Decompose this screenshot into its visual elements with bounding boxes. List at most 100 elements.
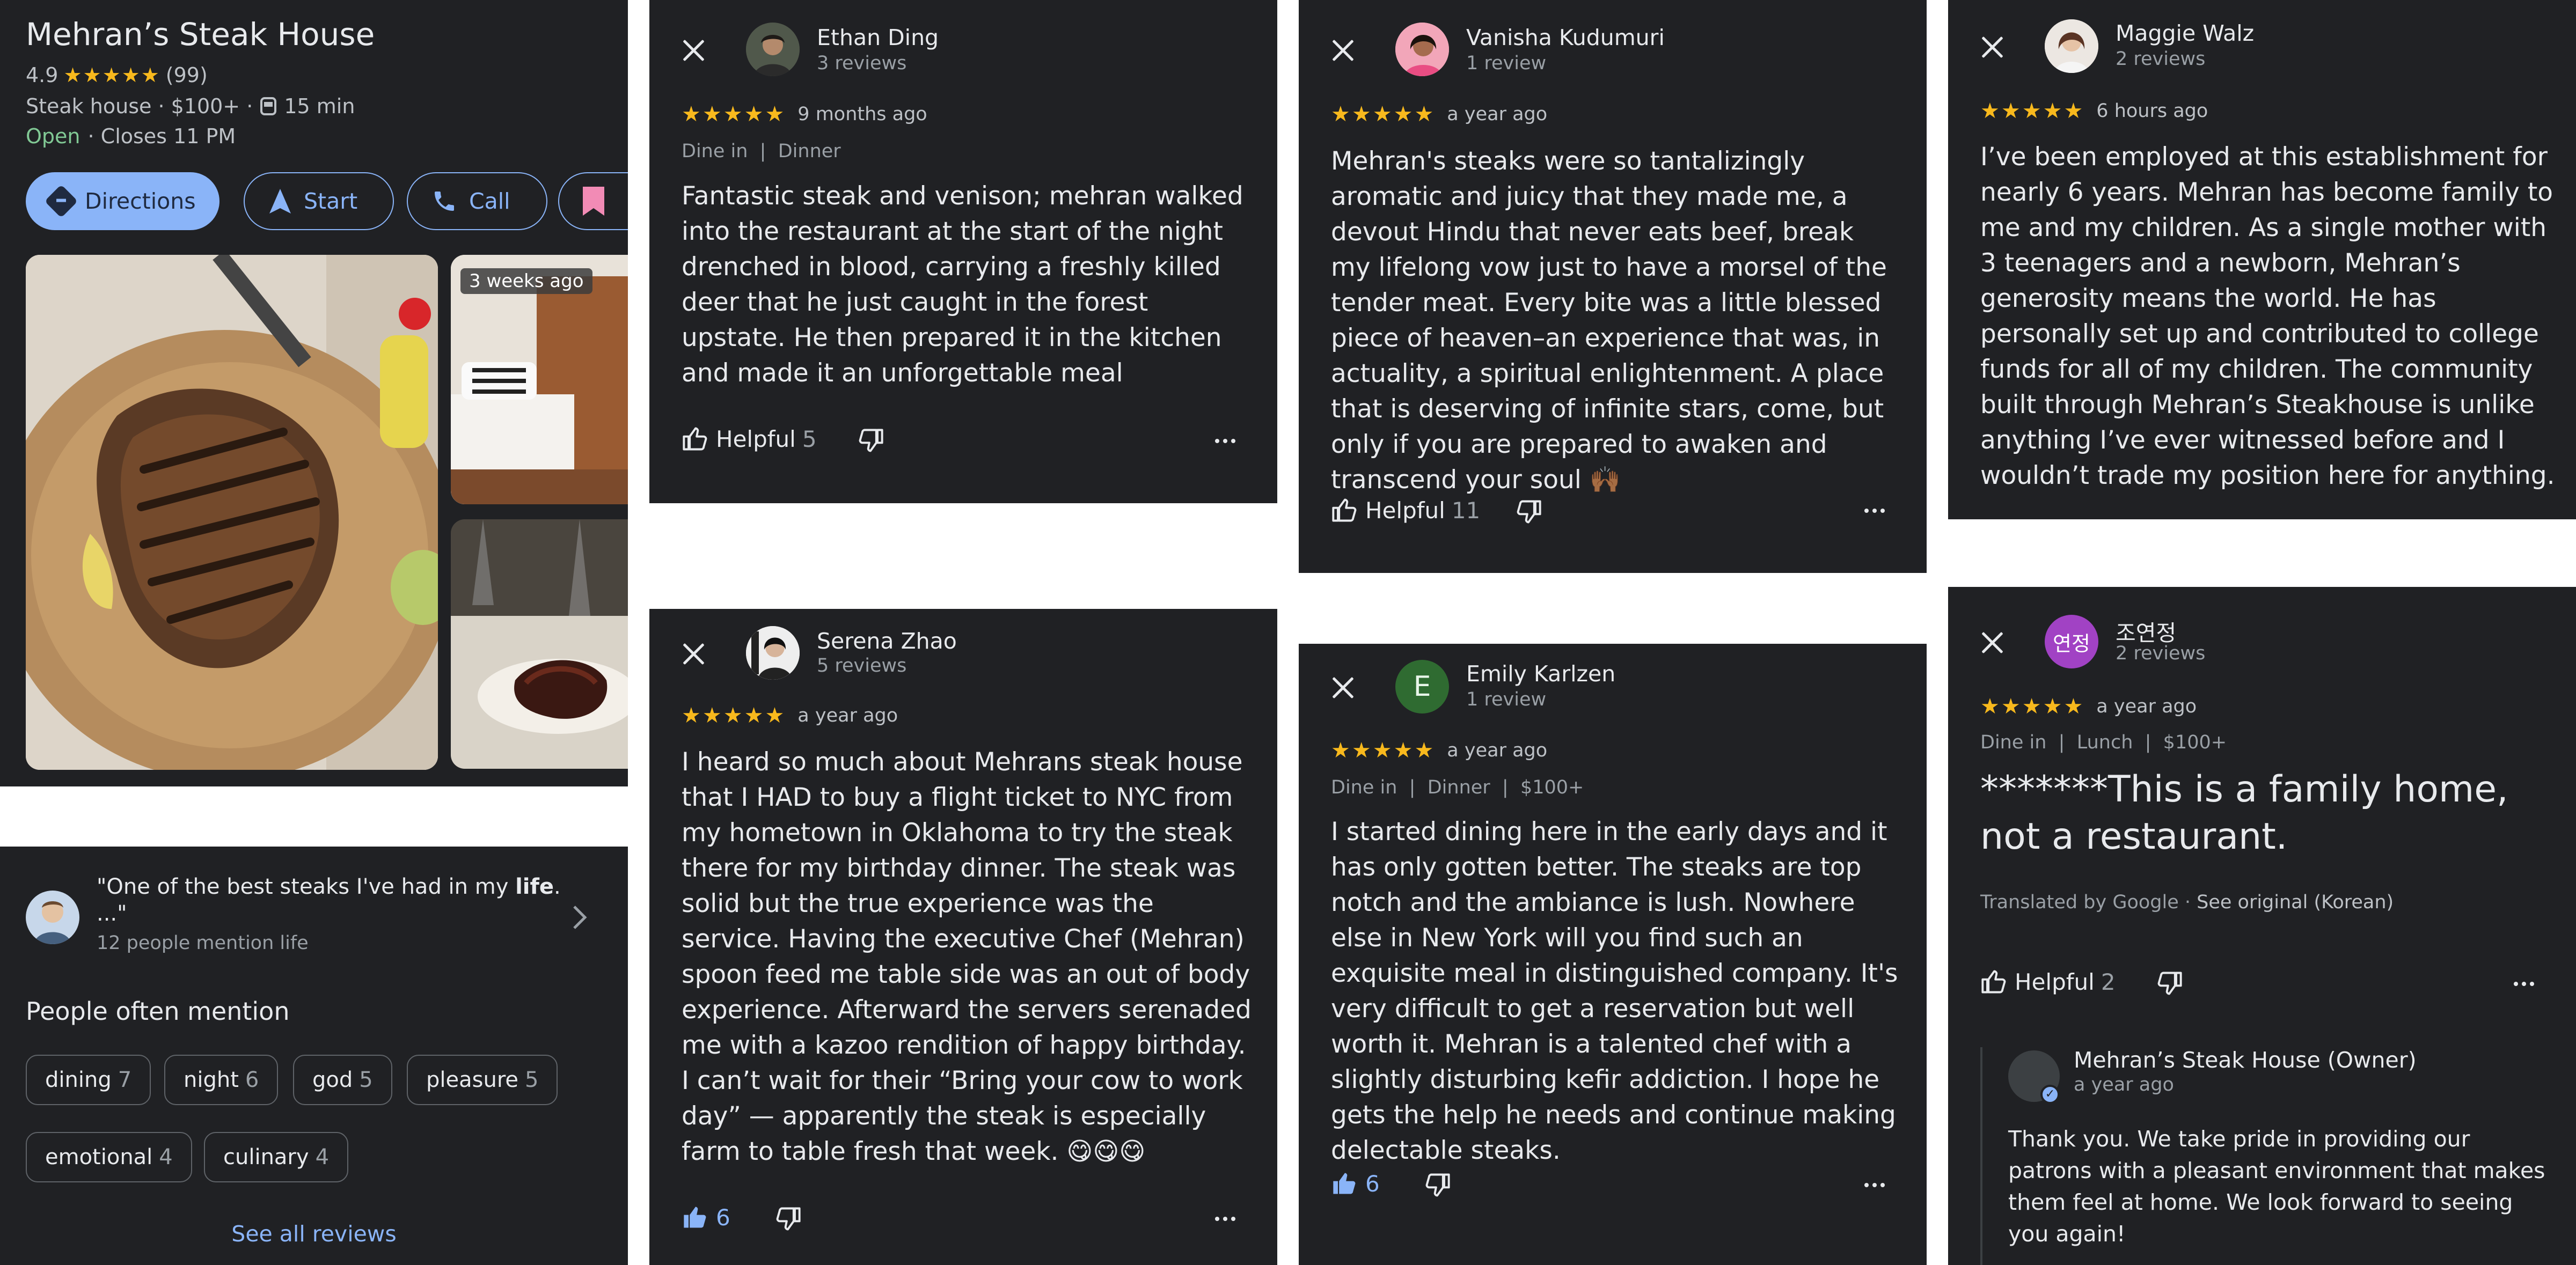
like-count: 6 xyxy=(716,1204,730,1231)
review-time: 9 months ago xyxy=(797,104,927,125)
more-options-icon[interactable] xyxy=(1215,1217,1235,1221)
chip-pleasure[interactable]: pleasure 5 xyxy=(407,1055,558,1105)
thumbs-up-icon xyxy=(683,427,707,451)
start-button[interactable]: Start xyxy=(244,172,394,230)
close-icon[interactable] xyxy=(1330,38,1356,63)
closes-time: · Closes 11 PM xyxy=(87,124,236,148)
visit-meta: Dine in | Dinner | $100+ xyxy=(1331,777,1584,798)
chip-count: 4 xyxy=(315,1145,330,1170)
directions-button[interactable]: Directions xyxy=(26,172,219,230)
reviewer-avatar xyxy=(26,891,79,944)
helpful-label: Helpful xyxy=(2015,968,2095,995)
chip-label: emotional xyxy=(45,1145,153,1170)
close-icon[interactable] xyxy=(1330,675,1356,701)
review-card-korean: 연정 조연정 2 reviews ★★★★★ a year ago Dine i… xyxy=(1948,587,2576,1265)
reviewer-name[interactable]: Serena Zhao xyxy=(817,628,957,654)
see-original-link[interactable]: See original (Korean) xyxy=(2197,892,2394,913)
category-row: Steak house · $100+ · 15 min xyxy=(26,94,355,118)
open-status: Open xyxy=(26,124,80,148)
review-time: a year ago xyxy=(1447,104,1548,125)
chip-culinary[interactable]: culinary 4 xyxy=(204,1132,349,1182)
thumbs-down-icon[interactable] xyxy=(2155,969,2183,997)
highlights-panel: "One of the best steaks I've had in my l… xyxy=(0,847,628,1265)
phone-icon xyxy=(435,192,454,211)
quote-keyword: life xyxy=(515,874,554,899)
review-time: a year ago xyxy=(1447,740,1548,761)
rating-row: ★★★★★ 6 hours ago xyxy=(1980,99,2208,123)
thumbs-up-filled-icon xyxy=(1333,1173,1356,1194)
review-text: I started dining here in the early days … xyxy=(1331,817,1898,1165)
chevron-right-icon[interactable] xyxy=(572,904,587,930)
transit-time: 15 min xyxy=(284,94,355,118)
close-icon[interactable] xyxy=(1979,630,2005,656)
call-label: Call xyxy=(469,188,510,214)
highlight-quote[interactable]: "One of the best steaks I've had in my l… xyxy=(97,873,561,927)
reviewer-name[interactable]: Ethan Ding xyxy=(817,25,939,50)
hours-row: Open · Closes 11 PM xyxy=(26,124,236,148)
visit-meta: Dine in | Lunch | $100+ xyxy=(1980,732,2227,753)
thumbs-up-icon xyxy=(1981,970,2006,994)
see-all-reviews-link[interactable]: See all reviews xyxy=(0,1221,628,1247)
review-card-maggie: Maggie Walz 2 reviews ★★★★★ 6 hours ago … xyxy=(1948,0,2576,519)
chip-night[interactable]: night 6 xyxy=(164,1055,279,1105)
rating-row: ★★★★★ 9 months ago xyxy=(682,102,927,127)
avatar xyxy=(1395,23,1449,76)
photo-main[interactable] xyxy=(26,255,438,770)
thumbs-down-icon[interactable] xyxy=(774,1205,802,1233)
reviewer-name[interactable]: Emily Karlzen xyxy=(1466,661,1615,687)
star-rating: ★★★★★ xyxy=(1980,99,2085,123)
reviewer-review-count: 1 review xyxy=(1466,53,1547,74)
reviewer-name[interactable]: Maggie Walz xyxy=(2116,20,2254,46)
thumbs-down-icon[interactable] xyxy=(1423,1171,1451,1199)
more-options-icon[interactable] xyxy=(1864,509,1885,513)
reviewer-name[interactable]: 조연정 xyxy=(2116,615,2176,647)
more-options-icon[interactable] xyxy=(1215,439,1235,443)
helpful-button[interactable]: Helpful 5 xyxy=(682,425,817,453)
helpful-count: 11 xyxy=(1451,497,1481,524)
review-text: Fantastic steak and venison; mehran walk… xyxy=(682,181,1243,388)
owner-reply: ✓ Mehran’s Steak House (Owner) a year ag… xyxy=(1980,1047,2560,1265)
translation-note: Translated by Google · See original (Kor… xyxy=(1980,892,2394,913)
chip-count: 6 xyxy=(245,1068,259,1092)
helpful-button[interactable]: Helpful 2 xyxy=(1980,968,2116,996)
more-options-icon[interactable] xyxy=(2514,982,2534,986)
helpful-button[interactable]: Helpful 11 xyxy=(1331,496,1480,524)
mentions-heading: People often mention xyxy=(26,997,290,1026)
review-card-ethan: Ethan Ding 3 reviews ★★★★★ 9 months ago … xyxy=(649,0,1277,503)
call-button[interactable]: Call xyxy=(407,172,547,230)
chip-emotional[interactable]: emotional 4 xyxy=(26,1132,192,1182)
chip-god[interactable]: god 5 xyxy=(293,1055,392,1105)
chip-count: 4 xyxy=(159,1145,173,1170)
review-text: Mehran's steaks were so tantalizingly ar… xyxy=(1331,146,1887,495)
review-count[interactable]: (99) xyxy=(166,63,208,87)
more-options-icon[interactable] xyxy=(1864,1183,1885,1187)
close-icon[interactable] xyxy=(680,641,706,667)
star-rating: ★★★★★ xyxy=(682,703,786,728)
chip-label: night xyxy=(184,1068,239,1092)
rating-row: ★★★★★ a year ago xyxy=(1331,102,1547,127)
avatar xyxy=(746,626,800,680)
train-icon xyxy=(260,97,277,115)
thumbs-down-icon[interactable] xyxy=(1514,498,1542,526)
reviewer-name[interactable]: Vanisha Kudumuri xyxy=(1466,25,1665,50)
reviewer-review-count: 5 reviews xyxy=(817,655,907,676)
close-icon[interactable] xyxy=(680,38,706,63)
like-button[interactable]: 6 xyxy=(1331,1170,1380,1197)
chip-count: 7 xyxy=(118,1068,132,1092)
chip-count: 5 xyxy=(359,1068,373,1092)
thumbs-up-filled-icon xyxy=(684,1207,706,1228)
thumbs-down-icon[interactable] xyxy=(857,426,884,454)
close-icon[interactable] xyxy=(1979,34,2005,60)
place-title: Mehran’s Steak House xyxy=(26,16,375,53)
verified-badge-icon: ✓ xyxy=(2040,1085,2060,1104)
thumbs-up-icon xyxy=(1332,498,1357,522)
avatar-text: 연정 xyxy=(2053,631,2090,656)
avatar-initial: E xyxy=(1413,671,1431,703)
like-button[interactable]: 6 xyxy=(682,1203,730,1231)
rating-row: ★★★★★ a year ago xyxy=(682,703,898,728)
review-time: a year ago xyxy=(2096,696,2197,717)
rating-row: 4.9 ★★★★★ (99) xyxy=(26,63,208,87)
save-button[interactable] xyxy=(558,172,628,230)
photo-bottom-right[interactable] xyxy=(451,519,628,769)
chip-dining[interactable]: dining 7 xyxy=(26,1055,151,1105)
